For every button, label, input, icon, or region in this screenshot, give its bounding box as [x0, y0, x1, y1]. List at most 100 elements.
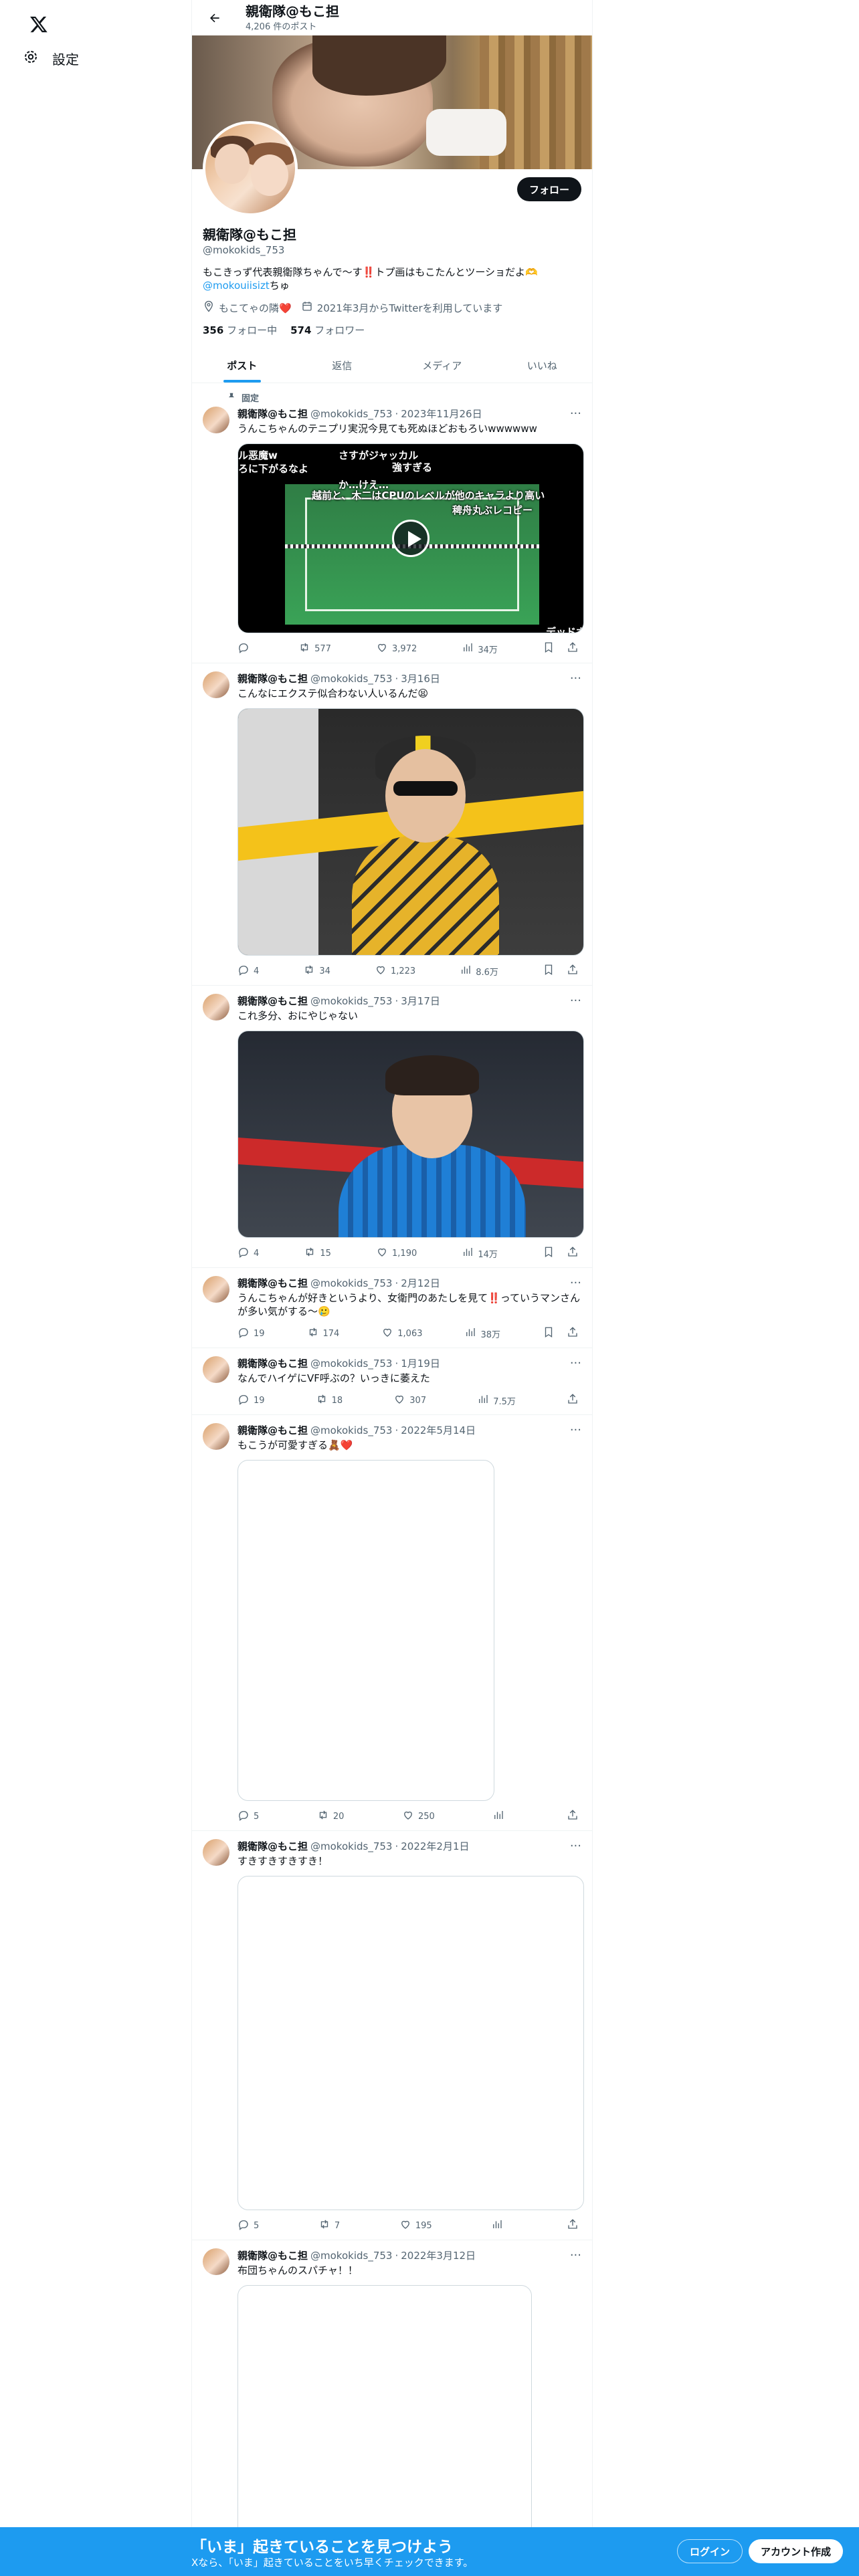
- nav-settings[interactable]: 設定: [15, 41, 87, 75]
- tweet-author-name[interactable]: 親衛隊@もこ担: [237, 1356, 308, 1370]
- tweet[interactable]: 親衛隊@もこ担 @mokokids_753 · 2022年3月12日 ··· 布団ちゃんの…: [192, 2240, 592, 2573]
- tweet[interactable]: 親衛隊@もこ担 @mokokids_753 · 2022年2月1日 ··· すきすきすきす…: [192, 1831, 592, 2240]
- follow-button[interactable]: フォロー: [516, 177, 581, 201]
- tweet-author-name[interactable]: 親衛隊@もこ担: [237, 1839, 308, 1853]
- reply-button[interactable]: 4: [237, 964, 259, 978]
- more-options-icon[interactable]: ···: [570, 994, 581, 1008]
- tweet[interactable]: 親衛隊@もこ担 @mokokids_753 · 1月19日 ··· なんでハイゲにVF呼ぶ…: [192, 1348, 592, 1415]
- bookmark-button[interactable]: [543, 964, 555, 978]
- profile-avatar[interactable]: [203, 121, 298, 216]
- tweet-avatar[interactable]: [203, 407, 229, 433]
- tweet-date[interactable]: 2022年2月1日: [401, 1839, 469, 1853]
- following-link[interactable]: 356 フォロー中: [203, 323, 277, 337]
- tweet-author-name[interactable]: 親衛隊@もこ担: [237, 407, 308, 421]
- tweet[interactable]: 親衛隊@もこ担 @mokokids_753 · 3月16日 ··· こんなにエクステ似合わ…: [192, 663, 592, 986]
- more-options-icon[interactable]: ···: [570, 1423, 581, 1437]
- tweet-date[interactable]: 2023年11月26日: [401, 407, 482, 421]
- tweet-media[interactable]: [237, 708, 584, 956]
- bookmark-button[interactable]: [543, 1246, 555, 1261]
- tweet-media[interactable]: [237, 2285, 532, 2566]
- views-button[interactable]: 34万: [462, 641, 498, 656]
- bookmark-button[interactable]: [543, 1326, 555, 1341]
- back-arrow-icon[interactable]: [203, 6, 227, 30]
- tweet-author-handle[interactable]: @mokokids_753: [310, 2250, 392, 2262]
- tweet-author-name[interactable]: 親衛隊@もこ担: [237, 1423, 308, 1437]
- tweet-avatar[interactable]: [203, 994, 229, 1021]
- like-button[interactable]: 3,972: [376, 641, 417, 656]
- play-button-icon[interactable]: [392, 520, 430, 557]
- share-button[interactable]: [567, 2218, 579, 2233]
- tweet-author-handle[interactable]: @mokokids_753: [310, 1358, 392, 1370]
- reply-button[interactable]: 19: [237, 1326, 265, 1341]
- tab-replies[interactable]: 返信: [292, 348, 393, 383]
- tweet[interactable]: 固定 親衛隊@もこ担 @mokokids_753 · 2023年11月26日 ··· うんこ…: [192, 383, 592, 663]
- reply-button[interactable]: 4: [237, 1246, 259, 1261]
- retweet-button[interactable]: 174: [307, 1326, 339, 1341]
- tweet-author-name[interactable]: 親衛隊@もこ担: [237, 1276, 308, 1290]
- tweet-media[interactable]: [237, 1460, 494, 1801]
- views-button[interactable]: [491, 2218, 507, 2233]
- x-logo-icon[interactable]: [19, 5, 59, 43]
- views-button[interactable]: 14万: [462, 1246, 498, 1261]
- tweet-media[interactable]: ル恶魔w ろに下がるなよ さすがジャッカル 強すぎる か…けえ… 越前と、木二はCPUのレ…: [237, 443, 584, 633]
- tweet-author-handle[interactable]: @mokokids_753: [310, 673, 392, 685]
- tab-media[interactable]: メディア: [392, 348, 492, 383]
- followers-link[interactable]: 574 フォロワー: [290, 323, 365, 337]
- tweet-avatar[interactable]: [203, 1276, 229, 1303]
- tweet-date[interactable]: 1月19日: [401, 1356, 440, 1370]
- share-button[interactable]: [567, 1809, 579, 1824]
- reply-button[interactable]: [237, 641, 254, 656]
- share-button[interactable]: [567, 641, 579, 656]
- like-button[interactable]: 307: [393, 1393, 426, 1408]
- views-button[interactable]: 7.5万: [477, 1393, 516, 1408]
- bookmark-button[interactable]: [543, 641, 555, 656]
- more-options-icon[interactable]: ···: [570, 1839, 581, 1853]
- retweet-button[interactable]: 15: [304, 1246, 331, 1261]
- share-button[interactable]: [567, 964, 579, 978]
- retweet-button[interactable]: 7: [318, 2218, 340, 2233]
- tweet-date[interactable]: 3月17日: [401, 994, 440, 1008]
- tweet[interactable]: 親衛隊@もこ担 @mokokids_753 · 2月12日 ··· うんこちゃんが好きとい…: [192, 1268, 592, 1348]
- bio-mention-link[interactable]: @mokouiisizt: [203, 280, 270, 292]
- like-button[interactable]: 1,223: [375, 964, 415, 978]
- reply-button[interactable]: 5: [237, 1809, 259, 1824]
- share-button[interactable]: [567, 1326, 579, 1341]
- more-options-icon[interactable]: ···: [570, 1276, 581, 1290]
- tweet-avatar[interactable]: [203, 1356, 229, 1383]
- tweet-date[interactable]: 2022年3月12日: [401, 2248, 476, 2262]
- tweet-author-name[interactable]: 親衛隊@もこ担: [237, 2248, 308, 2262]
- like-button[interactable]: 1,063: [381, 1326, 423, 1341]
- tweet-author-handle[interactable]: @mokokids_753: [310, 995, 392, 1007]
- more-options-icon[interactable]: ···: [570, 407, 581, 421]
- reply-button[interactable]: 5: [237, 2218, 259, 2233]
- share-button[interactable]: [567, 1393, 579, 1408]
- retweet-button[interactable]: 34: [303, 964, 330, 978]
- retweet-button[interactable]: 18: [316, 1393, 343, 1408]
- tweet-author-handle[interactable]: @mokokids_753: [310, 1840, 392, 1852]
- more-options-icon[interactable]: ···: [570, 1356, 581, 1370]
- retweet-button[interactable]: 577: [298, 641, 331, 656]
- tab-posts[interactable]: ポスト: [192, 348, 292, 383]
- tweet-avatar[interactable]: [203, 1423, 229, 1450]
- tweet-author-handle[interactable]: @mokokids_753: [310, 1277, 392, 1289]
- tweet[interactable]: 親衛隊@もこ担 @mokokids_753 · 3月17日 ··· これ多分、おにやじゃな…: [192, 986, 592, 1268]
- tweet-media[interactable]: [237, 1876, 584, 2210]
- more-options-icon[interactable]: ···: [570, 2248, 581, 2262]
- tweet-date[interactable]: 2022年5月14日: [401, 1423, 476, 1437]
- tweet-author-name[interactable]: 親衛隊@もこ担: [237, 671, 308, 685]
- login-button[interactable]: ログイン: [677, 2539, 743, 2563]
- views-button[interactable]: 38万: [464, 1326, 500, 1341]
- signup-button[interactable]: アカウント作成: [749, 2539, 844, 2563]
- tweet-author-handle[interactable]: @mokokids_753: [310, 1424, 392, 1436]
- views-button[interactable]: [492, 1809, 508, 1824]
- tweet-author-name[interactable]: 親衛隊@もこ担: [237, 994, 308, 1008]
- tweet-media[interactable]: [237, 1031, 584, 1238]
- tweet-avatar[interactable]: [203, 2248, 229, 2275]
- tweet-date[interactable]: 2月12日: [401, 1276, 440, 1290]
- tweet[interactable]: 親衛隊@もこ担 @mokokids_753 · 2022年5月14日 ··· もこうが可愛…: [192, 1415, 592, 1831]
- tweet-author-handle[interactable]: @mokokids_753: [310, 408, 392, 420]
- like-button[interactable]: 250: [402, 1809, 435, 1824]
- tab-likes[interactable]: いいね: [492, 348, 593, 383]
- more-options-icon[interactable]: ···: [570, 671, 581, 685]
- tweet-avatar[interactable]: [203, 671, 229, 698]
